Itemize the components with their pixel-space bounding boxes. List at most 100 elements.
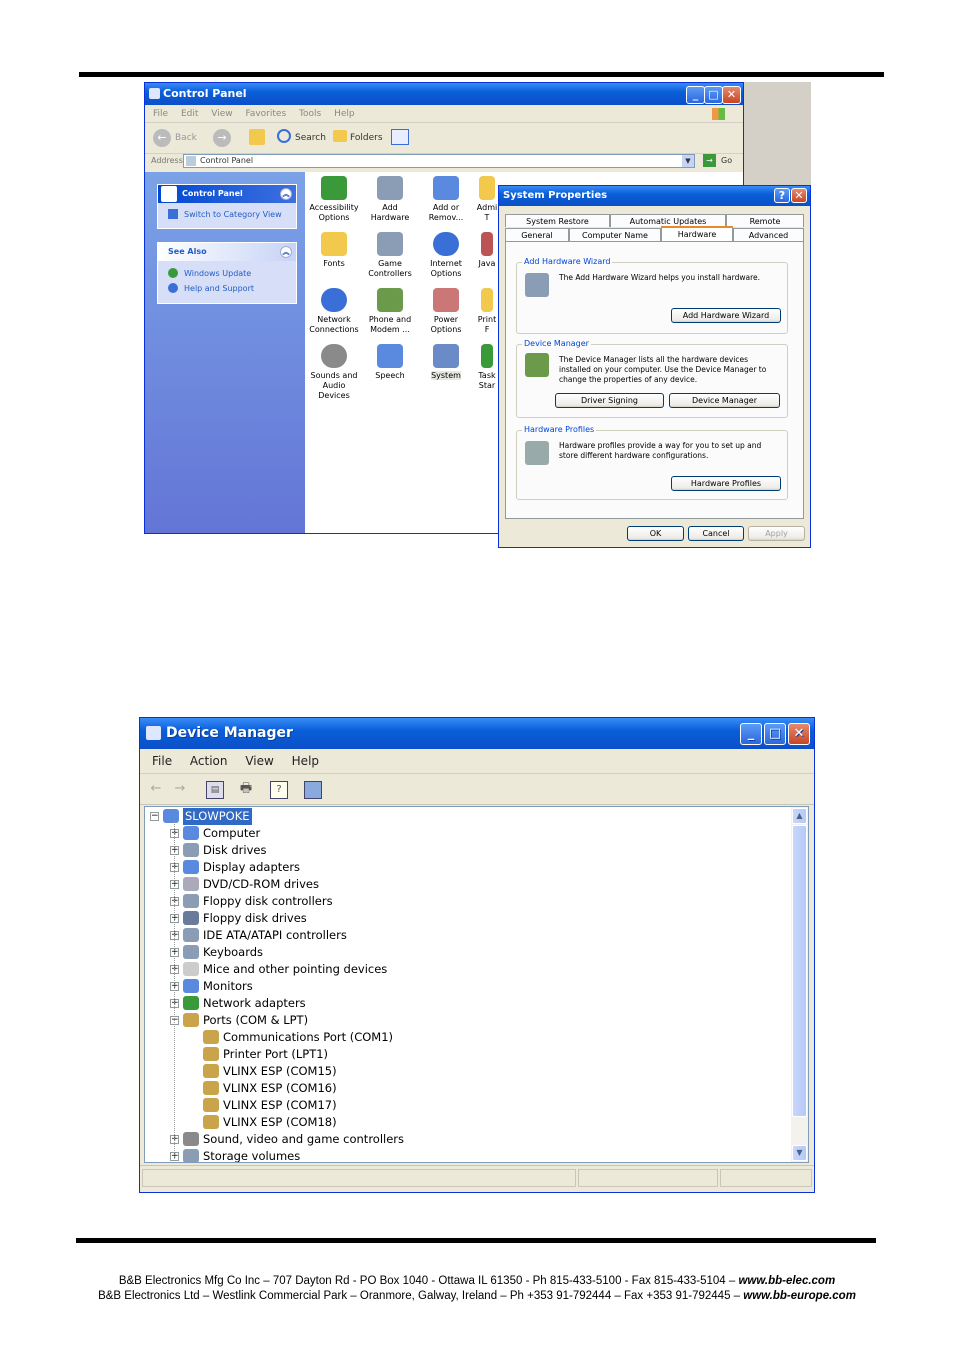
icon-system[interactable]: System — [418, 344, 474, 381]
help-button[interactable]: ? — [774, 188, 790, 203]
tree-category[interactable]: + Computer — [145, 825, 785, 842]
tree-category[interactable]: + Storage volumes — [145, 1148, 785, 1162]
maximize-button[interactable]: □ — [704, 86, 723, 104]
tree-root-computer[interactable]: − SLOWPOKE — [145, 808, 785, 825]
tree-category[interactable]: + IDE ATA/ATAPI controllers — [145, 927, 785, 944]
icon-sounds-audio[interactable]: Sounds and Audio Devices — [306, 344, 362, 401]
tab-advanced[interactable]: Advanced — [733, 228, 804, 241]
icon-game-controllers[interactable]: Game Controllers — [362, 232, 418, 279]
back-arrow-icon[interactable]: ← — [153, 129, 171, 147]
tab-general[interactable]: General — [505, 228, 569, 241]
tree-category[interactable]: + Keyboards — [145, 944, 785, 961]
close-button[interactable]: ✕ — [788, 723, 810, 745]
icon-java[interactable]: Java — [475, 232, 499, 269]
collapse-chevron-icon[interactable]: ︽ — [280, 188, 292, 200]
menu-tools[interactable]: Tools — [299, 106, 321, 122]
folders-label[interactable]: Folders — [350, 133, 383, 143]
views-icon[interactable] — [391, 129, 409, 145]
search-label[interactable]: Search — [295, 133, 326, 143]
up-folder-icon[interactable] — [249, 129, 265, 145]
tree-category[interactable]: + Mice and other pointing devices — [145, 961, 785, 978]
tree-port-item[interactable]: VLINX ESP (COM17) — [145, 1097, 785, 1114]
menu-help[interactable]: Help — [334, 106, 355, 122]
print-icon[interactable]: 🖶 — [238, 781, 254, 797]
icon-speech[interactable]: Speech — [362, 344, 418, 381]
device-manager-titlebar[interactable]: Device Manager _ □ ✕ — [140, 718, 814, 749]
close-button[interactable]: ✕ — [722, 86, 741, 104]
add-hardware-wizard-button[interactable]: Add Hardware Wizard — [671, 308, 781, 323]
tab-system-restore[interactable]: System Restore — [505, 214, 610, 227]
go-label[interactable]: Go — [721, 156, 732, 165]
search-icon[interactable] — [277, 129, 291, 143]
windows-update-link[interactable]: Windows Update — [158, 261, 296, 281]
folders-icon[interactable] — [333, 130, 347, 142]
menu-favorites[interactable]: Favorites — [245, 106, 286, 122]
tree-category[interactable]: + Floppy disk controllers — [145, 893, 785, 910]
apply-button[interactable]: Apply — [748, 526, 805, 541]
task-box-header[interactable]: Control Panel ︽ — [158, 185, 296, 203]
help-support-link[interactable]: Help and Support — [158, 281, 296, 296]
icon-fonts[interactable]: Fonts — [306, 232, 362, 269]
collapse-chevron-icon[interactable]: ︽ — [280, 246, 292, 258]
back-label[interactable]: Back — [175, 133, 197, 143]
scroll-up-icon[interactable]: ▲ — [792, 808, 807, 824]
tree-port-item[interactable]: VLINX ESP (COM15) — [145, 1063, 785, 1080]
close-button[interactable]: ✕ — [791, 188, 807, 203]
tree-category[interactable]: + Sound, video and game controllers — [145, 1131, 785, 1148]
go-arrow-icon[interactable]: → — [703, 154, 716, 167]
back-arrow-icon[interactable]: ← — [148, 781, 164, 797]
tree-category[interactable]: + Display adapters — [145, 859, 785, 876]
tree-category[interactable]: + DVD/CD-ROM drives — [145, 876, 785, 893]
tree-port-item[interactable]: Printer Port (LPT1) — [145, 1046, 785, 1063]
menu-file[interactable]: File — [152, 749, 172, 773]
see-also-header[interactable]: See Also ︽ — [158, 243, 296, 261]
control-panel-titlebar[interactable]: Control Panel _ □ ✕ — [145, 83, 743, 105]
scroll-thumb[interactable] — [792, 825, 807, 1117]
minimize-button[interactable]: _ — [740, 723, 762, 745]
tree-port-item[interactable]: VLINX ESP (COM16) — [145, 1080, 785, 1097]
address-input[interactable]: Control Panel ▼ — [183, 154, 695, 168]
tab-computer-name[interactable]: Computer Name — [569, 228, 661, 241]
chevron-down-icon[interactable]: ▼ — [682, 155, 694, 167]
vertical-scrollbar[interactable]: ▲ ▼ — [791, 807, 808, 1162]
hardware-profiles-button[interactable]: Hardware Profiles — [671, 476, 781, 491]
forward-arrow-icon[interactable]: → — [172, 781, 188, 797]
icon-network-connections[interactable]: Network Connections — [306, 288, 362, 335]
icon-internet-options[interactable]: Internet Options — [418, 232, 474, 279]
forward-arrow-icon[interactable]: → — [213, 129, 231, 147]
scroll-down-icon[interactable]: ▼ — [792, 1145, 807, 1161]
tree-category[interactable]: + Disk drives — [145, 842, 785, 859]
menu-file[interactable]: File — [153, 106, 168, 122]
icon-phone-modem[interactable]: Phone and Modem ... — [362, 288, 418, 335]
system-properties-titlebar[interactable]: System Properties ? ✕ — [499, 186, 810, 206]
icon-printers[interactable]: Print F — [475, 288, 499, 335]
tab-hardware[interactable]: Hardware — [661, 226, 733, 242]
footer-url-eu[interactable]: www.bb-europe.com — [743, 1290, 856, 1302]
tab-remote[interactable]: Remote — [726, 214, 804, 227]
icon-accessibility-options[interactable]: Accessibility Options — [306, 176, 362, 223]
menu-action[interactable]: Action — [190, 749, 228, 773]
tree-category[interactable]: + Floppy disk drives — [145, 910, 785, 927]
scan-hardware-icon[interactable] — [304, 781, 322, 799]
device-manager-button[interactable]: Device Manager — [669, 393, 780, 408]
driver-signing-button[interactable]: Driver Signing — [555, 393, 664, 408]
switch-view-link[interactable]: Switch to Category View — [158, 203, 296, 222]
icon-admin-tools[interactable]: Admi T — [475, 176, 499, 223]
tree-category[interactable]: + Network adapters — [145, 995, 785, 1012]
console-tree-icon[interactable]: ▤ — [206, 781, 224, 799]
cancel-button[interactable]: Cancel — [688, 526, 744, 541]
menu-help[interactable]: Help — [292, 749, 319, 773]
icon-add-remove[interactable]: Add or Remov... — [418, 176, 474, 223]
menu-view[interactable]: View — [245, 749, 273, 773]
maximize-button[interactable]: □ — [764, 723, 786, 745]
icon-power-options[interactable]: Power Options — [418, 288, 474, 335]
footer-url-us[interactable]: www.bb-elec.com — [738, 1275, 835, 1287]
ok-button[interactable]: OK — [627, 526, 684, 541]
tree-category[interactable]: + Monitors — [145, 978, 785, 995]
minimize-button[interactable]: _ — [686, 86, 705, 104]
icon-taskbar[interactable]: Task Star — [475, 344, 499, 391]
tree-port-item[interactable]: Communications Port (COM1) — [145, 1029, 785, 1046]
collapse-icon[interactable]: − — [150, 812, 159, 821]
tree-category[interactable]: − Ports (COM & LPT) — [145, 1012, 785, 1029]
tree-port-item[interactable]: VLINX ESP (COM18) — [145, 1114, 785, 1131]
